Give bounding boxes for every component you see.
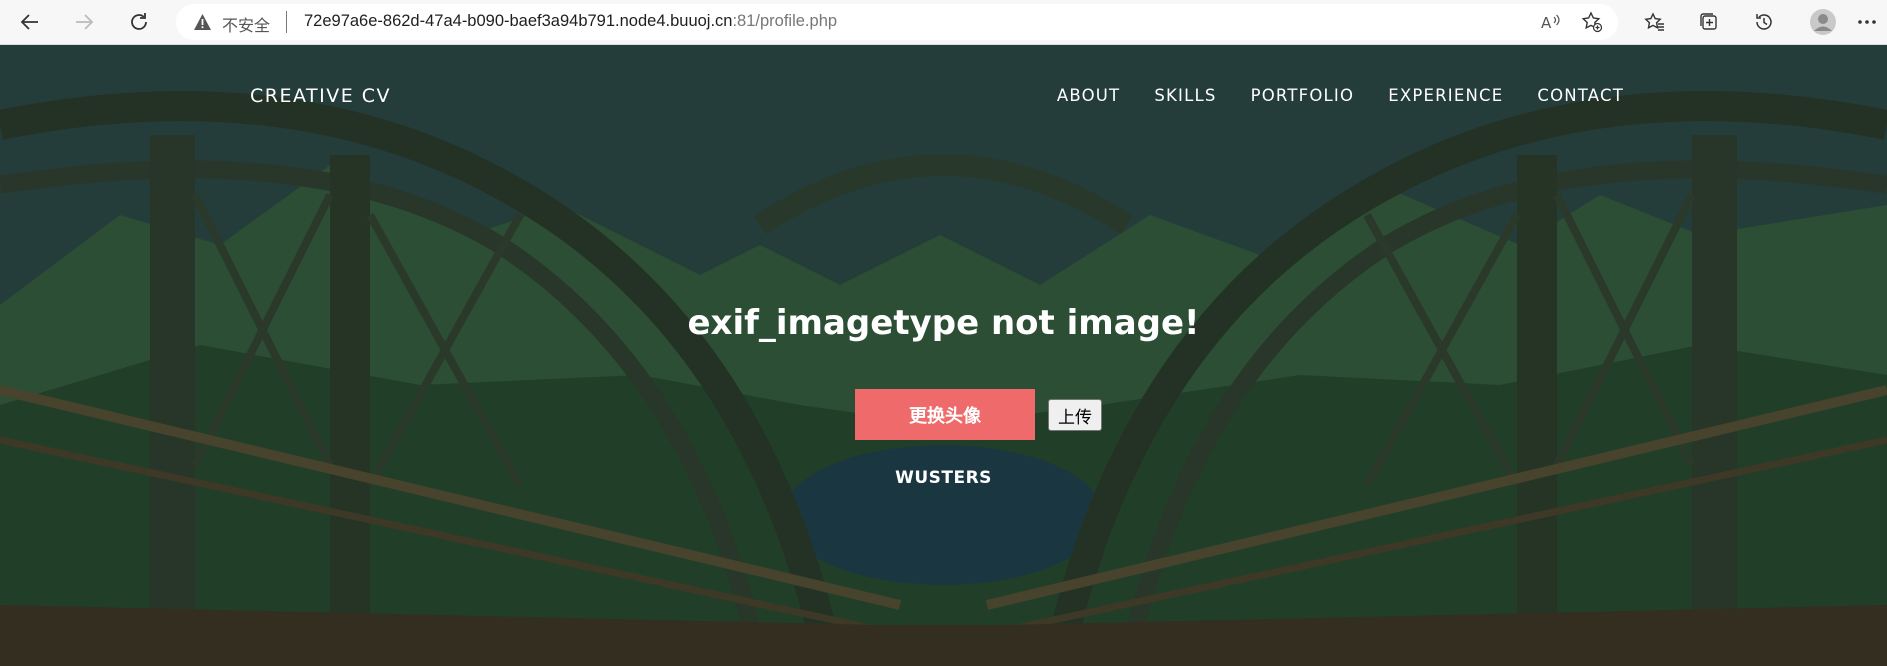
refresh-icon[interactable] <box>121 4 157 40</box>
username: WUSTERS <box>895 468 992 488</box>
url-text[interactable]: 72e97a6e-862d-47a4-b090-baef3a94b791.nod… <box>304 12 837 31</box>
history-icon[interactable] <box>1746 4 1782 40</box>
address-separator <box>286 11 287 33</box>
hero-section: CREATIVE CV ABOUT SKILLS PORTFOLIO EXPER… <box>0 45 1887 666</box>
site-brand[interactable]: CREATIVE CV <box>250 85 391 107</box>
read-aloud-icon[interactable]: A <box>1539 10 1563 34</box>
nav-experience[interactable]: EXPERIENCE <box>1388 86 1503 105</box>
forward-arrow-icon[interactable] <box>66 4 102 40</box>
error-message: exif_imagetype not image! <box>687 303 1200 343</box>
back-arrow-icon[interactable] <box>12 4 48 40</box>
url-host: 72e97a6e-862d-47a4-b090-baef3a94b791.nod… <box>304 12 733 30</box>
favorites-icon[interactable] <box>1637 4 1673 40</box>
nav-portfolio[interactable]: PORTFOLIO <box>1251 86 1355 105</box>
address-bar[interactable]: 不安全 72e97a6e-862d-47a4-b090-baef3a94b791… <box>176 4 1618 40</box>
collections-icon[interactable] <box>1691 4 1727 40</box>
more-options-icon[interactable] <box>1852 4 1882 40</box>
nav-contact[interactable]: CONTACT <box>1537 86 1624 105</box>
profile-avatar-icon[interactable] <box>1805 4 1841 40</box>
browser-toolbar: 不安全 72e97a6e-862d-47a4-b090-baef3a94b791… <box>0 0 1887 45</box>
nav-skills[interactable]: SKILLS <box>1154 86 1216 105</box>
url-path: :81/profile.php <box>732 12 838 30</box>
add-favorite-icon[interactable] <box>1580 10 1604 34</box>
svg-text:A: A <box>1541 14 1552 32</box>
warning-icon[interactable] <box>193 13 212 35</box>
main-nav: ABOUT SKILLS PORTFOLIO EXPERIENCE CONTAC… <box>1057 86 1624 105</box>
not-secure-label[interactable]: 不安全 <box>222 12 270 36</box>
nav-about[interactable]: ABOUT <box>1057 86 1120 105</box>
bridge-background-image <box>0 45 1887 666</box>
upload-button[interactable]: 上传 <box>1048 399 1102 431</box>
change-avatar-button[interactable]: 更换头像 <box>855 389 1035 440</box>
